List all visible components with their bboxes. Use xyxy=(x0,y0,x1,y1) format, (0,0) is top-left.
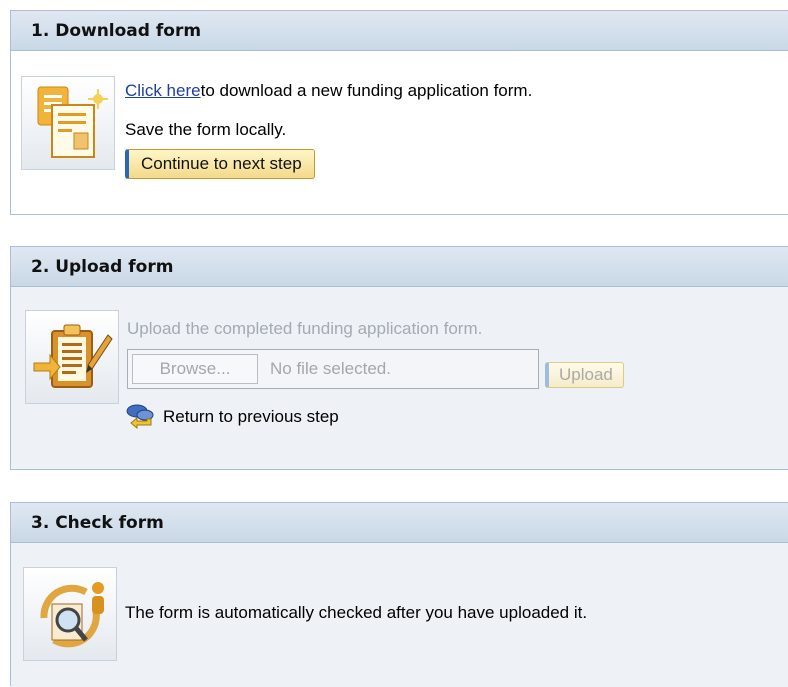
file-upload-field[interactable]: Browse... No file selected. xyxy=(127,349,539,389)
upload-instruction: Upload the completed funding application… xyxy=(127,319,483,338)
download-link[interactable]: Click here xyxy=(125,81,201,100)
download-form-body: Click hereto download a new funding appl… xyxy=(11,51,788,214)
download-link-suffix: to download a new funding application fo… xyxy=(200,81,533,100)
form-document-icon xyxy=(21,76,115,170)
return-arrow-icon[interactable] xyxy=(125,403,157,430)
return-previous-link[interactable]: Return to previous step xyxy=(163,407,339,427)
browse-button[interactable]: Browse... xyxy=(132,354,258,384)
check-form-panel: 3. Check form The form is automatically … xyxy=(10,502,788,687)
download-form-header: 1. Download form xyxy=(11,11,788,51)
upload-form-header: 2. Upload form xyxy=(11,247,788,287)
clipboard-edit-icon xyxy=(25,310,119,404)
check-form-body: The form is automatically checked after … xyxy=(11,543,788,687)
continue-button[interactable]: Continue to next step xyxy=(125,149,315,179)
check-description: The form is automatically checked after … xyxy=(125,603,588,622)
save-instruction: Save the form locally. xyxy=(125,120,287,139)
file-status: No file selected. xyxy=(270,359,391,378)
download-form-panel: 1. Download form Click hereto download a… xyxy=(10,10,788,215)
upload-button[interactable]: Upload xyxy=(545,362,624,388)
check-form-header: 3. Check form xyxy=(11,503,788,543)
check-cycle-icon xyxy=(23,567,117,661)
upload-form-panel: 2. Upload form Upload the completed fund… xyxy=(10,246,788,470)
upload-form-body: Upload the completed funding application… xyxy=(11,287,788,469)
